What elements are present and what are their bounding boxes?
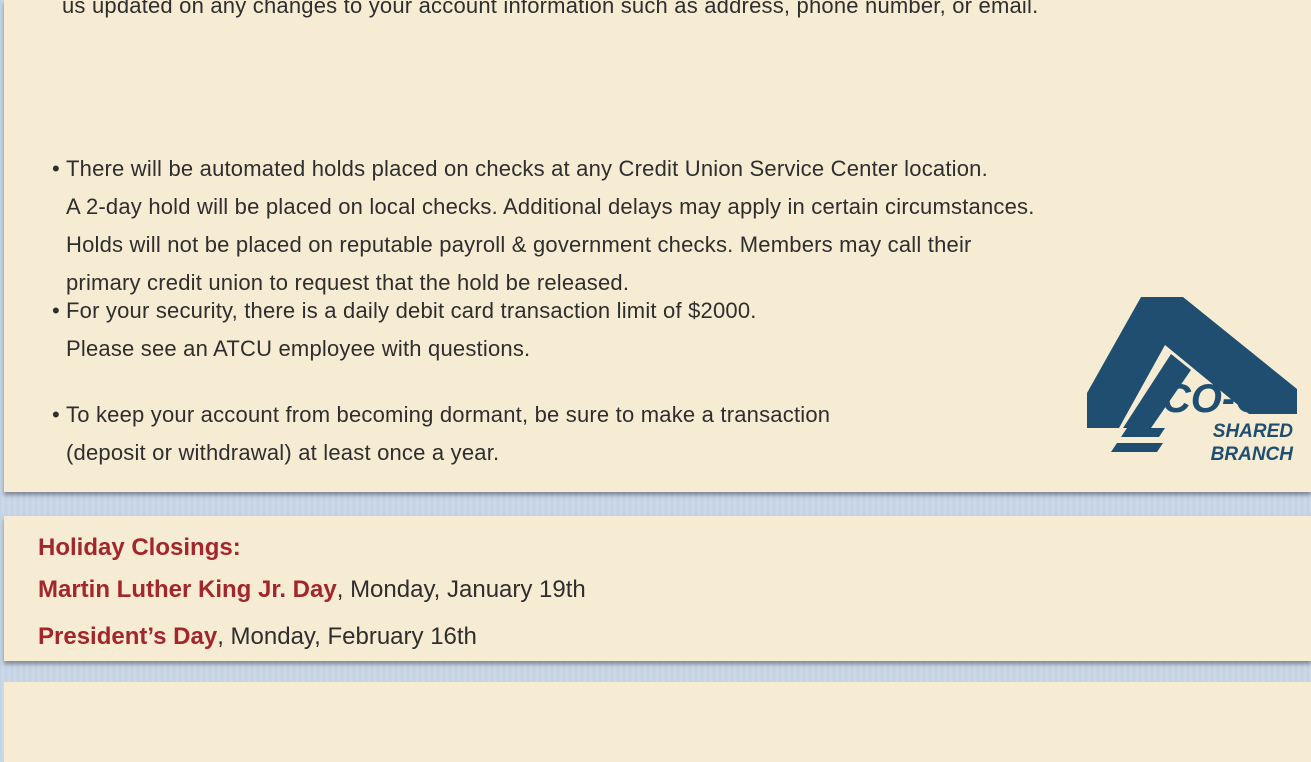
notices-panel: us updated on any changes to your accoun… (4, 0, 1311, 492)
notice-check-holds: • There will be automated holds placed on… (52, 150, 1035, 302)
holiday-date: Monday, February 16th (230, 623, 477, 650)
bullet-icon: • (52, 298, 60, 323)
holiday-item-presidents: President’s Day, Monday, February 16th (38, 623, 477, 651)
holiday-name: Martin Luther King Jr. Day (38, 576, 337, 603)
holiday-name: President’s Day (38, 623, 218, 650)
logo-mark-bar-2 (1111, 443, 1163, 452)
notice-line: Please see an ATCU employee with questio… (66, 336, 531, 361)
holiday-closings-heading: Holiday Closings: (38, 534, 241, 561)
holiday-date: Monday, January 19th (350, 576, 586, 603)
notice-line: (deposit or withdrawal) at least once a … (66, 440, 500, 465)
notice-intro-line: us updated on any changes to your accoun… (62, 0, 1039, 18)
logo-mark-bar-1 (1121, 428, 1165, 437)
bullet-icon: • (52, 156, 60, 181)
logo-text-shared: SHARED (1213, 421, 1294, 442)
logo-text-branch: BRANCH (1211, 444, 1295, 465)
notice-line: Holds will not be placed on reputable pa… (66, 232, 972, 257)
logo-text-coop: CO-OP (1162, 377, 1293, 421)
notice-line: • For your security, there is a daily deb… (52, 292, 757, 330)
notice-line: • To keep your account from becoming dorm… (52, 396, 830, 434)
notice-line: A 2-day hold will be placed on local che… (66, 194, 1035, 219)
next-panel (4, 682, 1311, 762)
notice-dormant-account: • To keep your account from becoming dorm… (52, 396, 830, 472)
notice-debit-limit: • For your security, there is a daily deb… (52, 292, 757, 368)
holiday-item-mlk: Martin Luther King Jr. Day, Monday, Janu… (38, 576, 586, 604)
co-op-shared-branch-logo: CO-OP SHARED BRANCH (1087, 297, 1297, 465)
notice-line: • There will be automated holds placed on… (52, 150, 1035, 188)
holiday-separator: , (217, 623, 224, 650)
bullet-icon: • (52, 402, 60, 427)
holiday-separator: , (336, 576, 344, 603)
